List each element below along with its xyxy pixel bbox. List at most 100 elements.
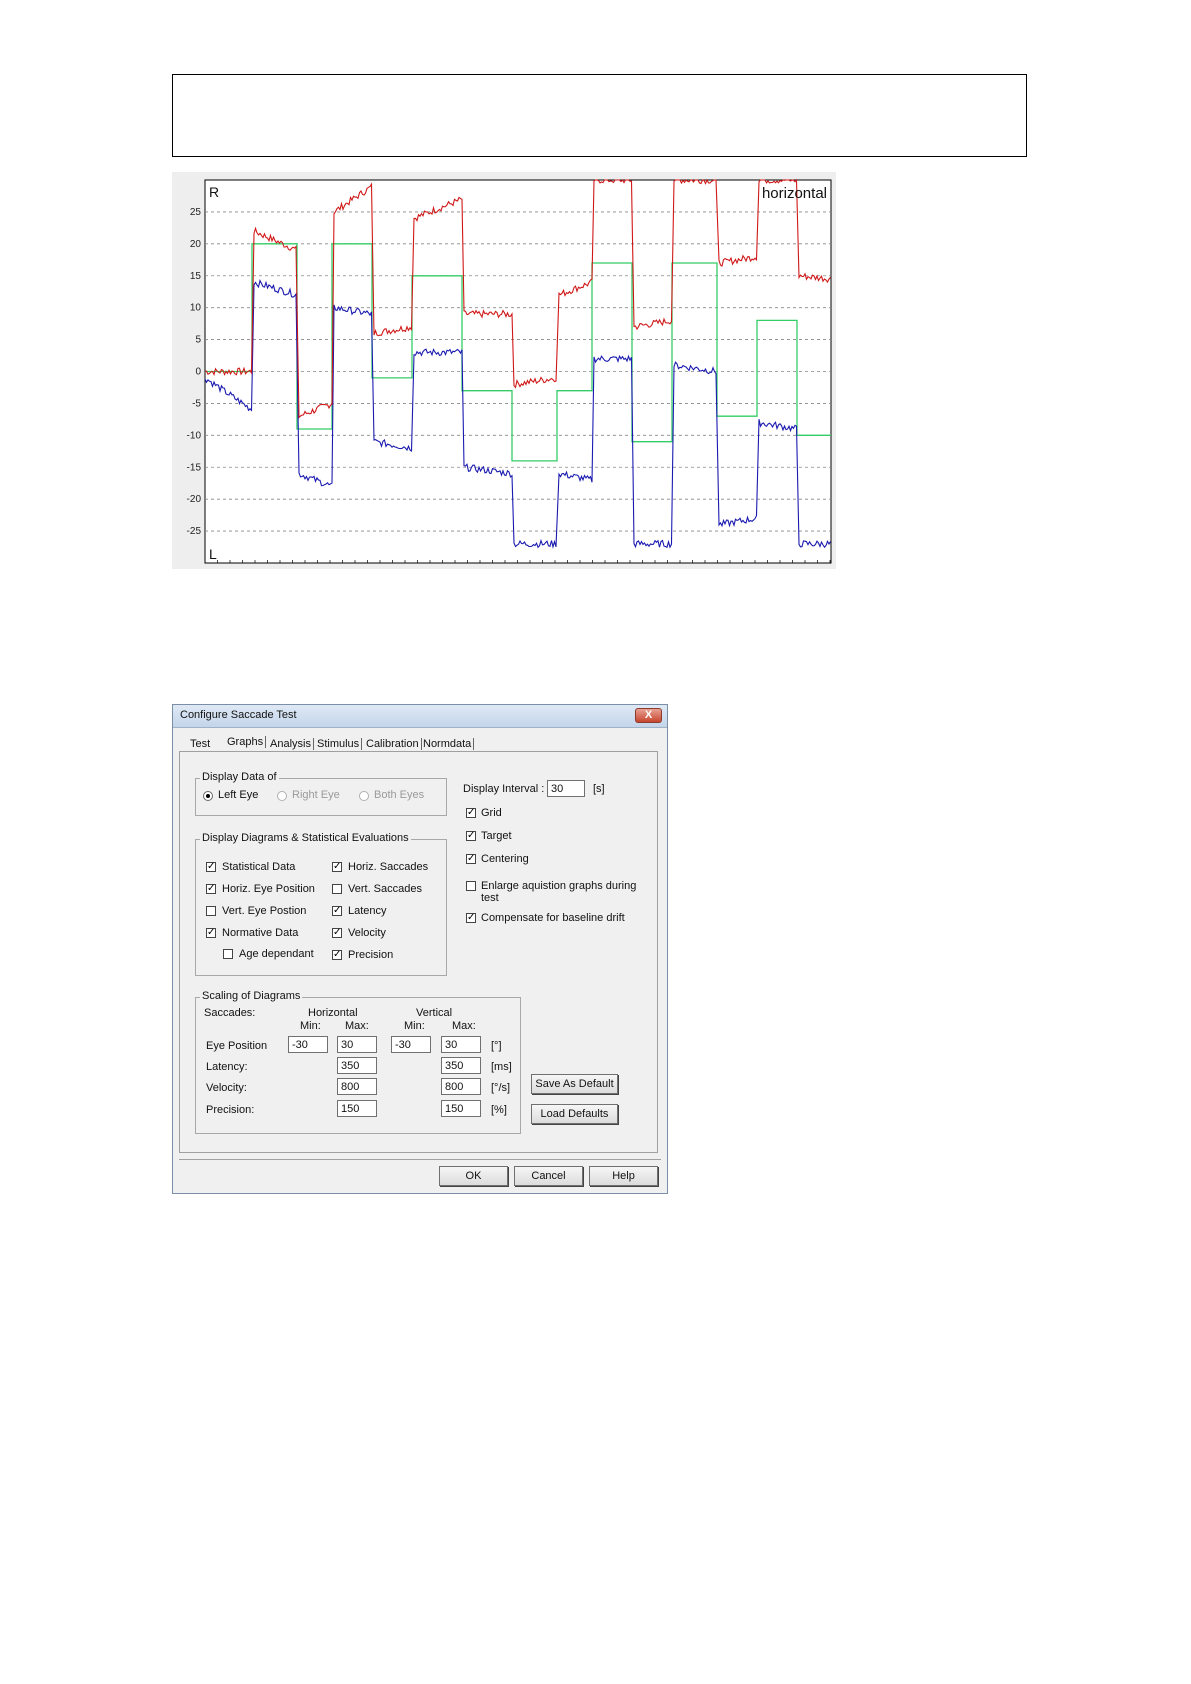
y-tick-label: 15 [190, 271, 202, 282]
display-diagrams-title: Display Diagrams & Statistical Evaluatio… [200, 832, 411, 844]
checkbox-compensate-drift-label: Compensate for baseline drift [481, 912, 625, 924]
chart-title: horizontal [762, 185, 827, 202]
precision-label: Precision: [206, 1104, 255, 1116]
checkbox-vert-saccades[interactable] [332, 884, 342, 894]
latency-unit: [ms] [491, 1061, 512, 1073]
eye-position-unit: [°] [491, 1040, 502, 1052]
y-tick-label: 20 [190, 239, 202, 250]
dialog-title: Configure Saccade Test [180, 709, 297, 721]
checkbox-enlarge-graphs[interactable] [466, 881, 476, 891]
display-data-title: Display Data of [200, 771, 279, 783]
scaling-title: Scaling of Diagrams [200, 990, 303, 1002]
check-mark-icon: ✓ [207, 883, 216, 894]
saccades-label: Saccades: [204, 1007, 256, 1019]
tab-normdata[interactable]: Normdata [421, 738, 475, 750]
checkbox-vert-eye-position[interactable] [206, 906, 216, 916]
checkbox-vert-eye-position-label: Vert. Eye Postion [222, 905, 307, 917]
checkbox-statistical-data[interactable]: ✓ [206, 862, 216, 872]
configure-saccade-dialog: Configure Saccade Test X Test Graphs Ana… [172, 704, 668, 1194]
radio-left-eye-label: Left Eye [218, 789, 259, 801]
check-mark-icon: ✓ [467, 912, 476, 923]
radio-left-eye[interactable] [203, 791, 213, 801]
checkbox-latency[interactable]: ✓ [332, 906, 342, 916]
load-defaults-button[interactable]: Load Defaults [531, 1104, 618, 1124]
tab-stimulus[interactable]: Stimulus [315, 738, 363, 750]
check-mark-icon: ✓ [207, 861, 216, 872]
checkbox-horiz-eye-position[interactable]: ✓ [206, 884, 216, 894]
y-tick-label: -15 [187, 462, 202, 473]
h-max-label: Max: [345, 1020, 369, 1032]
checkbox-grid-label: Grid [481, 807, 502, 819]
y-tick-labels: 25 20 15 10 5 0 -5 -10 -15 -20 -25 [187, 207, 202, 537]
y-tick-label: 0 [195, 367, 201, 378]
latency-label: Latency: [206, 1061, 248, 1073]
checkbox-horiz-saccades[interactable]: ✓ [332, 862, 342, 872]
precision-h-max[interactable] [337, 1100, 377, 1117]
checkbox-target[interactable]: ✓ [466, 831, 476, 841]
y-tick-label: 25 [190, 207, 202, 218]
radio-both-eyes-label: Both Eyes [374, 789, 425, 801]
y-tick-label: -25 [187, 526, 202, 537]
checkbox-normative-data-label: Normative Data [222, 927, 299, 939]
display-interval-label: Display Interval : [463, 783, 545, 795]
velocity-label: Velocity: [206, 1082, 247, 1094]
eye-position-h-min[interactable] [288, 1036, 328, 1053]
tab-test[interactable]: Test [188, 738, 212, 750]
checkbox-compensate-drift[interactable]: ✓ [466, 913, 476, 923]
check-mark-icon: ✓ [207, 927, 216, 938]
y-tick-label: 10 [190, 303, 202, 314]
checkbox-enlarge-graphs-label-cont: test [481, 892, 499, 904]
checkbox-velocity[interactable]: ✓ [332, 928, 342, 938]
check-mark-icon: ✓ [467, 853, 476, 864]
checkbox-vert-saccades-label: Vert. Saccades [348, 883, 422, 895]
h-min-label: Min: [300, 1020, 321, 1032]
radio-right-eye-label: Right Eye [292, 789, 340, 801]
check-mark-icon: ✓ [333, 927, 342, 938]
velocity-unit: [°/s] [491, 1082, 511, 1094]
help-button[interactable]: Help [589, 1166, 658, 1186]
eye-position-v-max[interactable] [441, 1036, 481, 1053]
corner-label-l: L [209, 546, 217, 562]
eye-position-h-max[interactable] [337, 1036, 377, 1053]
checkbox-precision[interactable]: ✓ [332, 950, 342, 960]
tab-calibration[interactable]: Calibration [364, 738, 422, 750]
checkbox-horiz-eye-position-label: Horiz. Eye Position [222, 883, 315, 895]
check-mark-icon: ✓ [333, 861, 342, 872]
eye-position-label: Eye Position [206, 1040, 268, 1052]
precision-v-max[interactable] [441, 1100, 481, 1117]
tab-graphs[interactable]: Graphs [225, 736, 267, 748]
velocity-v-max[interactable] [441, 1078, 481, 1095]
checkbox-statistical-data-label: Statistical Data [222, 861, 296, 873]
velocity-h-max[interactable] [337, 1078, 377, 1095]
radio-right-eye[interactable] [277, 791, 287, 801]
cancel-button[interactable]: Cancel [514, 1166, 583, 1186]
checkbox-velocity-label: Velocity [348, 927, 386, 939]
check-mark-icon: ✓ [467, 807, 476, 818]
radio-both-eyes[interactable] [359, 791, 369, 801]
v-min-label: Min: [404, 1020, 425, 1032]
checkbox-age-dependant-label: Age dependant [239, 948, 314, 960]
latency-v-max[interactable] [441, 1057, 481, 1074]
checkbox-normative-data[interactable]: ✓ [206, 928, 216, 938]
latency-h-max[interactable] [337, 1057, 377, 1074]
tab-analysis[interactable]: Analysis [268, 738, 314, 750]
y-tick-label: 5 [195, 335, 201, 346]
save-as-default-button[interactable]: Save As Default [531, 1074, 618, 1094]
checkbox-centering[interactable]: ✓ [466, 854, 476, 864]
check-mark-icon: ✓ [333, 905, 342, 916]
checkbox-target-label: Target [481, 830, 512, 842]
ok-button[interactable]: OK [439, 1166, 508, 1186]
display-interval-input[interactable] [547, 780, 585, 797]
checkbox-age-dependant[interactable] [223, 949, 233, 959]
empty-caption-box [172, 74, 1027, 157]
vertical-label: Vertical [416, 1007, 453, 1019]
display-interval-unit: [s] [593, 783, 605, 795]
close-button[interactable]: X [635, 708, 662, 723]
y-tick-label: -10 [187, 430, 202, 441]
checkbox-grid[interactable]: ✓ [466, 808, 476, 818]
eye-position-v-min[interactable] [391, 1036, 431, 1053]
check-mark-icon: ✓ [333, 949, 342, 960]
checkbox-horiz-saccades-label: Horiz. Saccades [348, 861, 429, 873]
v-max-label: Max: [452, 1020, 476, 1032]
dialog-titlebar[interactable]: Configure Saccade Test X [173, 705, 667, 728]
